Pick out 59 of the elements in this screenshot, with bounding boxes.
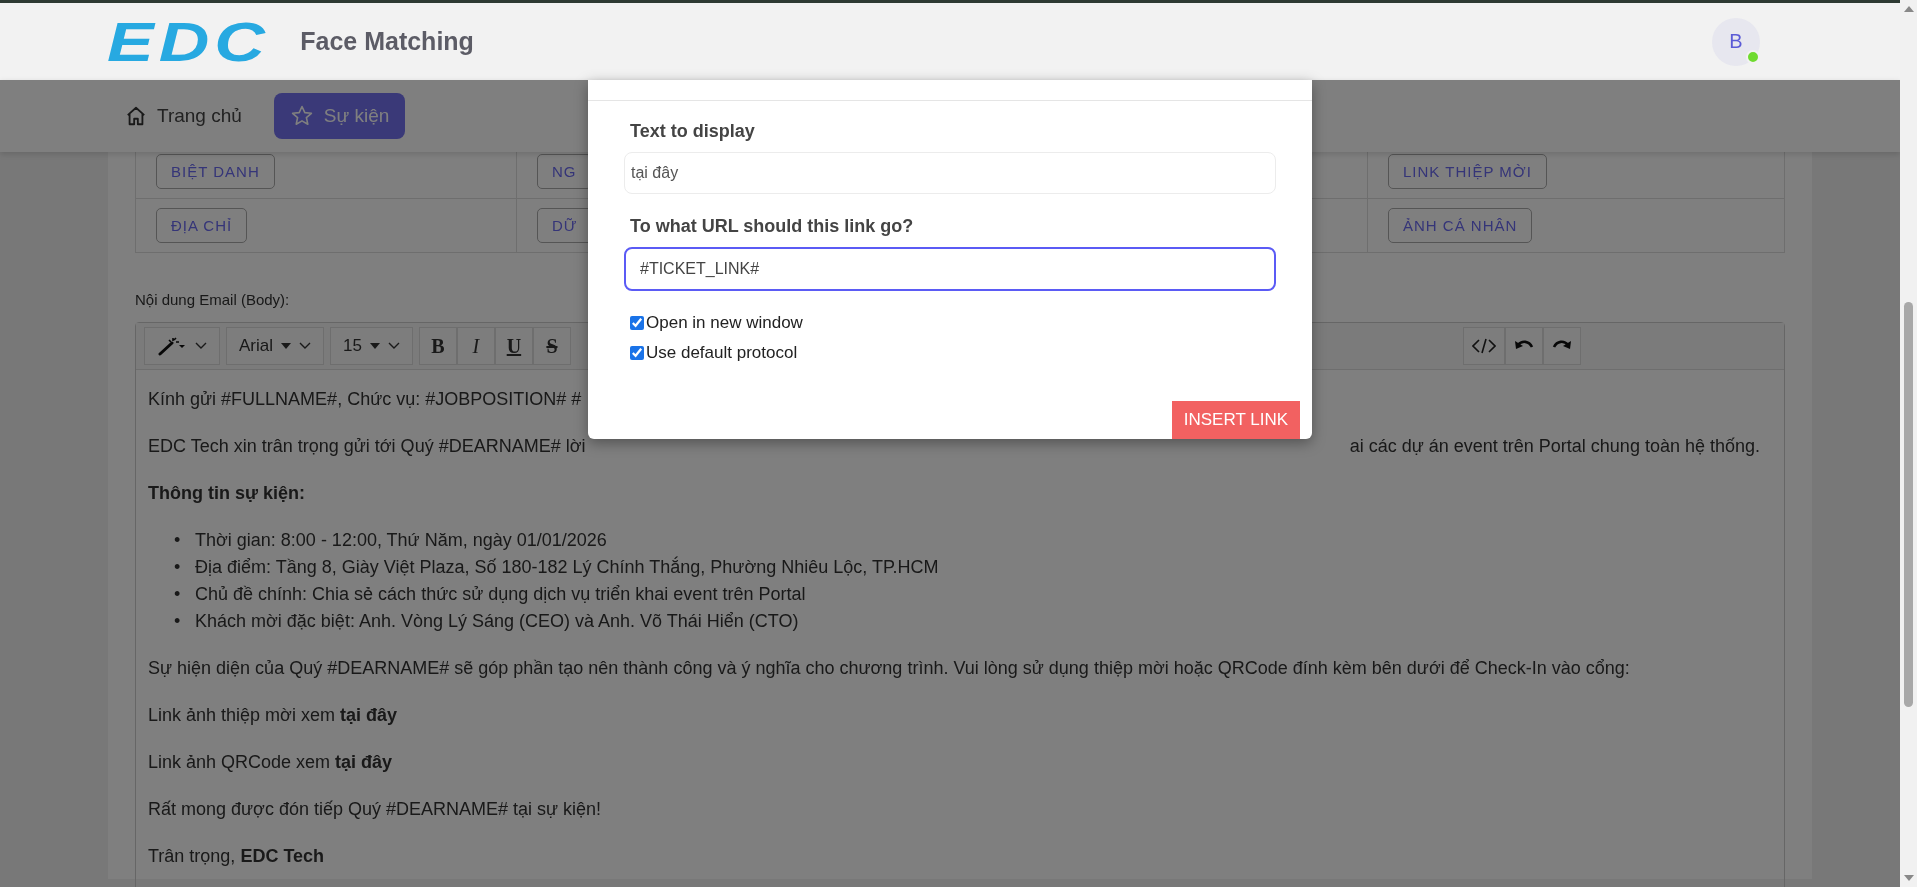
format-button[interactable]: B xyxy=(418,327,457,365)
code-view-button[interactable] xyxy=(1462,327,1505,365)
scroll-down-arrow-icon[interactable] xyxy=(1903,875,1914,881)
scrollbar-thumb[interactable] xyxy=(1904,302,1913,707)
bullet: • xyxy=(174,610,182,633)
paragraph: Link ảnh thiệp mời xem tại đây xyxy=(148,704,397,727)
variable-button[interactable]: BIỆT DANH xyxy=(156,154,275,189)
insert-link-button[interactable]: INSERT LINK xyxy=(1171,401,1300,439)
nav-tab[interactable]: Trang chủ xyxy=(125,95,258,137)
bullet: • xyxy=(174,556,182,579)
app-name: Face Matching xyxy=(300,27,474,56)
chevron-down-icon xyxy=(195,342,207,350)
format-button[interactable]: S xyxy=(532,327,571,365)
paragraph: Rất mong được đón tiếp Quý #DEARNAME# tại sự kiện! xyxy=(148,798,602,821)
text-input[interactable]: #TICKET_LINK# xyxy=(624,247,1276,291)
text-input[interactable]: tại đây xyxy=(624,152,1276,194)
format-button[interactable]: I xyxy=(456,327,495,365)
style-dropdown[interactable] xyxy=(144,327,220,365)
paragraph: Sự hiện diện của Quý #DEARNAME# sẽ góp phần tạo nên thành công và ý nghĩa cho chương trình. Vui lòng sử dụng thiệp mời hoặc QRCode đính kèm bên dưới để Check-In vào cổng: xyxy=(148,657,1630,680)
scrollbar[interactable] xyxy=(1900,0,1917,887)
magic-wand-icon xyxy=(157,336,187,356)
scroll-up-arrow-icon[interactable] xyxy=(1903,6,1914,12)
undo-button[interactable] xyxy=(1504,327,1543,365)
checkbox-label: Use default protocol xyxy=(646,343,798,363)
paragraph: ai các dự án event trên Portal chung toàn hệ thống. xyxy=(1349,435,1761,458)
variable-button[interactable]: ẢNH CÁ NHÂN xyxy=(1388,208,1533,243)
code-icon xyxy=(1471,338,1496,354)
paragraph: EDC Tech xin trân trọng gửi tới Quý #DEARNAME# lời xyxy=(148,435,586,458)
star-icon xyxy=(289,104,314,128)
font-size-dropdown[interactable]: 15 xyxy=(330,327,413,365)
variable-button[interactable]: LINK THIỆP MỜI xyxy=(1388,154,1547,189)
list-item: Chủ đề chính: Chia sẻ cách thức sử dụng dịch vụ triển khai event trên Portal xyxy=(195,583,806,606)
list-item: Địa điểm: Tầng 8, Giày Việt Plaza, Số 180-182 Lý Chính Thắng, Phường Nhiêu Lộc, TP.HCM xyxy=(195,555,939,579)
font-family-dropdown[interactable]: Arial xyxy=(226,327,324,365)
bullet: • xyxy=(174,583,182,606)
paragraph: Trân trọng, EDC Tech xyxy=(148,845,325,868)
chevron-down-icon xyxy=(387,342,400,350)
checkbox[interactable] xyxy=(630,346,644,360)
logo: EDC xyxy=(107,13,270,70)
field-label: Nội dung Email (Body): xyxy=(135,291,291,308)
field-label: To what URL should this link go? xyxy=(629,216,915,237)
caret-icon xyxy=(369,343,380,349)
format-button[interactable]: U xyxy=(494,327,533,365)
variable-button[interactable]: ĐỊA CHỈ xyxy=(156,208,248,243)
field-label: Text to display xyxy=(629,121,756,142)
section-heading: Thông tin sự kiện: xyxy=(148,482,306,505)
list-item: Khách mời đặc biệt: Anh. Vòng Lý Sáng (CEO) và Anh. Võ Thái Hiển (CTO) xyxy=(195,610,799,633)
bullet: • xyxy=(174,529,182,552)
user-avatar[interactable]: B xyxy=(1712,17,1760,66)
caret-icon xyxy=(281,343,291,349)
checkbox[interactable] xyxy=(630,316,644,330)
paragraph: Kính gửi #FULLNAME#, Chức vụ: #JOBPOSITION# # xyxy=(148,388,582,411)
list-item: Thời gian: 8:00 - 12:00, Thứ Năm, ngày 01/01/2026 xyxy=(195,529,607,552)
redo-button[interactable] xyxy=(1542,327,1581,365)
paragraph: Link ảnh QRCode xem tại đây xyxy=(148,751,393,774)
chevron-down-icon xyxy=(299,342,311,350)
checkbox-label: Open in new window xyxy=(646,313,803,333)
nav-tab[interactable]: Sự kiện xyxy=(273,93,406,139)
home-icon xyxy=(125,105,147,127)
